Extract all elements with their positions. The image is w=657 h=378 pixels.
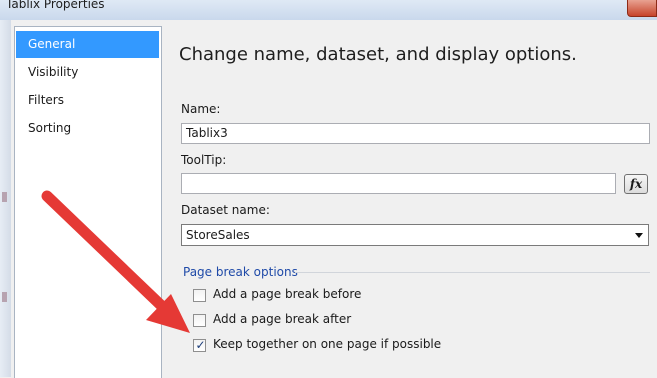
arrow-shaft <box>41 190 174 318</box>
annotation-arrow <box>41 190 190 333</box>
